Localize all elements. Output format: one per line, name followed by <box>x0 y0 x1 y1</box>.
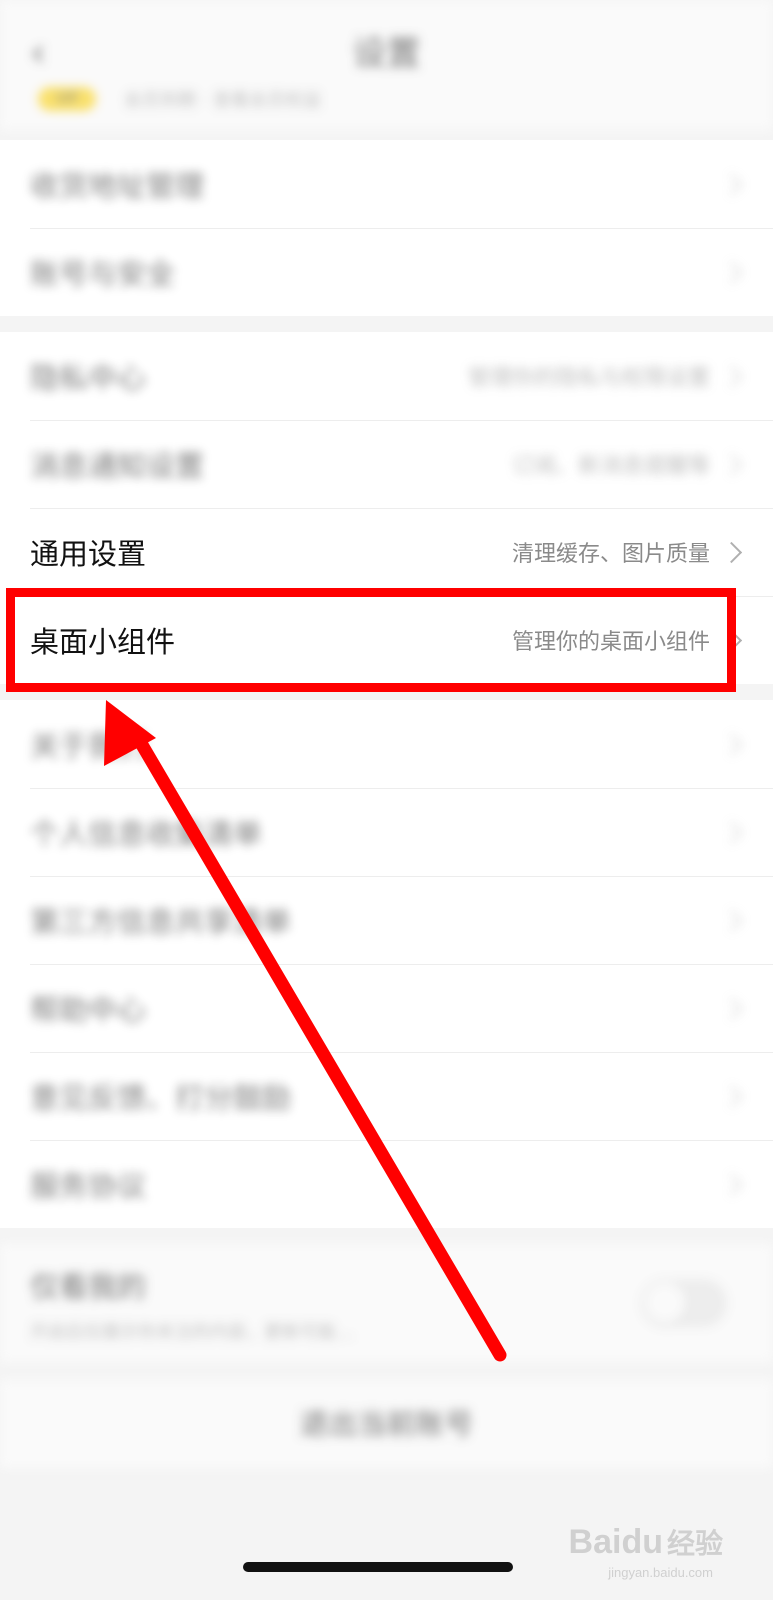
watermark: Baidu 经验 <box>569 1522 723 1562</box>
settings-screen: ‹ 设置 VIP 会员到期 · 查看会员权益 收货地址管理 账号与安全 隐私中心… <box>0 0 773 1600</box>
annotation-arrow <box>104 700 507 1362</box>
watermark-url: jingyan.baidu.com <box>608 1565 713 1580</box>
arrow-shaft <box>131 731 507 1362</box>
watermark-logo: Baidu <box>568 1522 663 1561</box>
watermark-text: 经验 <box>666 1527 723 1560</box>
